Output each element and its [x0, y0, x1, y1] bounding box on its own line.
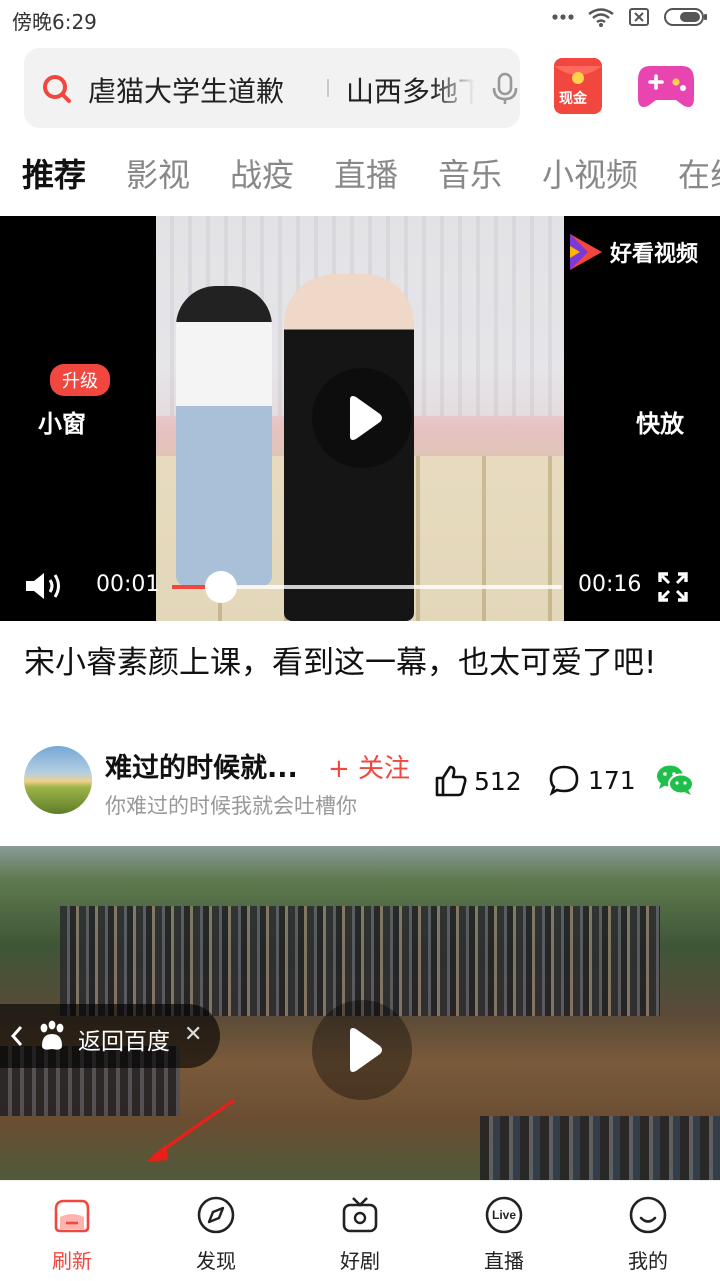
avatar[interactable] [24, 746, 92, 814]
play-icon [350, 396, 382, 440]
comment-bubble-icon [549, 765, 579, 796]
red-arrow-annotation [146, 1098, 235, 1162]
nav-label: 刷新 [52, 1249, 92, 1273]
tab-live[interactable]: 直播 [334, 150, 398, 196]
battery-icon [664, 8, 707, 26]
haokan-logo-icon [569, 234, 602, 270]
mini-window-button[interactable]: 小窗 [38, 404, 86, 439]
search-hot-query-1[interactable]: 虐猫大学生道歉 [88, 70, 284, 110]
volume-icon[interactable] [24, 570, 64, 602]
thumbs-up-icon [435, 765, 467, 797]
nav-discover[interactable]: 发现 [144, 1181, 288, 1281]
post-title[interactable]: 宋小睿素颜上课，看到这一幕，也太可爱了吧! [24, 640, 684, 686]
svg-text:Live: Live [492, 1208, 516, 1222]
like-count: 512 [474, 766, 522, 796]
search-fade [432, 58, 486, 118]
nav-label: 发现 [196, 1249, 236, 1273]
tab-short-video[interactable]: 小视频 [542, 150, 638, 196]
brand-label: 好看视频 [609, 242, 698, 267]
more-dots-icon [552, 14, 574, 20]
wifi-icon [588, 8, 614, 27]
play-button[interactable] [312, 368, 412, 468]
tab-recommend[interactable]: 推荐 [22, 150, 86, 196]
nav-live[interactable]: Live 直播 [432, 1181, 576, 1281]
current-time: 00:01 [96, 572, 160, 597]
progress-bar[interactable] [172, 571, 562, 603]
upgrade-badge: 升级 [50, 364, 110, 396]
cash-badge-label: 现金 [559, 91, 587, 107]
search-bar[interactable]: 虐猫大学生道歉 山西多地下 [24, 48, 520, 128]
tv-icon [342, 1197, 378, 1233]
comment-count: 171 [588, 765, 636, 795]
nav-drama[interactable]: 好剧 [288, 1181, 432, 1281]
sim-icon [629, 8, 649, 26]
search-divider [327, 79, 329, 97]
play-icon [350, 1028, 382, 1072]
status-bar: 傍晚6:29 [0, 0, 720, 38]
tab-online[interactable]: 在线 [678, 150, 720, 196]
video-2-thumbnail-crowd-right [480, 1116, 720, 1180]
progress-knob[interactable] [204, 571, 237, 603]
gamepad-icon[interactable] [638, 62, 694, 110]
channel-tabs: 推荐 影视 战疫 直播 音乐 小视频 在线 [0, 150, 720, 196]
cash-reward-button[interactable]: 现金 [554, 58, 602, 114]
nav-label: 好剧 [340, 1249, 380, 1273]
video-player-1[interactable]: 好看视频 升级 小窗 快放 00:01 00:16 [0, 216, 720, 621]
nav-refresh[interactable]: 刷新 [0, 1181, 144, 1281]
duration: 00:16 [578, 572, 642, 597]
search-icon [43, 75, 71, 103]
fast-forward-button[interactable]: 快放 [636, 404, 684, 439]
smile-face-icon [629, 1196, 667, 1234]
comment-button[interactable]: 171 [548, 764, 636, 796]
close-icon[interactable]: ✕ [184, 1022, 202, 1047]
tab-music[interactable]: 音乐 [438, 150, 502, 196]
compass-icon [197, 1196, 235, 1234]
haokan-brand: 好看视频 [568, 232, 698, 272]
like-button[interactable]: 512 [434, 764, 522, 798]
tab-epidemic[interactable]: 战疫 [230, 150, 294, 196]
status-time: 傍晚6:29 [12, 10, 97, 34]
microphone-icon[interactable] [490, 72, 520, 106]
play-button-2[interactable] [312, 1000, 412, 1100]
nav-mine[interactable]: 我的 [576, 1181, 720, 1281]
nav-label: 直播 [484, 1249, 524, 1273]
author-subtitle: 你难过的时候我就会吐槽你 [105, 794, 357, 818]
return-to-baidu-button[interactable]: 返回百度 ✕ [0, 1004, 220, 1068]
fullscreen-icon[interactable] [658, 572, 688, 602]
author-name[interactable]: 难过的时候就... [105, 746, 298, 785]
follow-button[interactable]: + 关注 [328, 748, 410, 785]
tab-film[interactable]: 影视 [126, 150, 190, 196]
nav-label: 我的 [628, 1249, 668, 1273]
live-icon: Live [485, 1196, 523, 1234]
bottom-nav: 刷新 发现 好剧 Live 直播 我的 [0, 1180, 720, 1281]
return-label: 返回百度 [78, 1029, 170, 1055]
baidu-paw-icon [40, 1020, 64, 1050]
chevron-left-icon [10, 1026, 23, 1046]
status-icons [552, 7, 708, 27]
home-refresh-icon [54, 1199, 90, 1233]
wechat-share-icon[interactable] [656, 764, 694, 796]
